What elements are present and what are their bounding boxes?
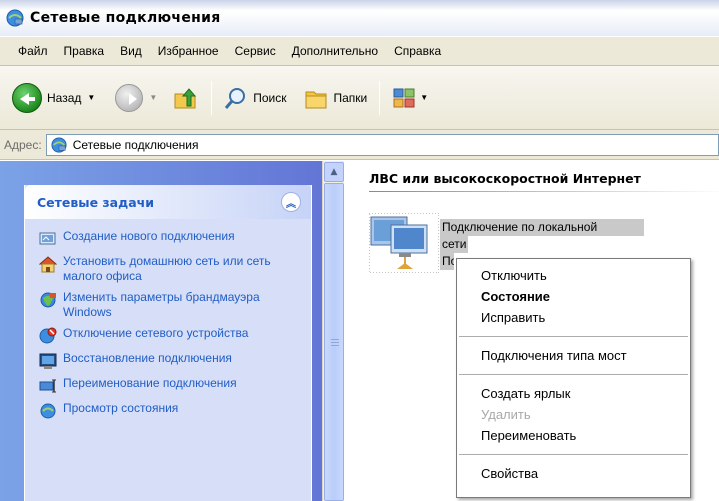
task-label: Восстановление подключения <box>63 351 232 365</box>
menu-item-properties[interactable]: Свойства <box>457 463 690 484</box>
menu-item-disable[interactable]: Отключить <box>457 265 690 286</box>
lan-connection-icon[interactable] <box>369 213 439 273</box>
search-button[interactable]: Поиск <box>220 78 290 118</box>
task-disable-device[interactable]: Отключение сетевого устройства <box>39 326 303 345</box>
window-title: Сетевые подключения <box>30 10 221 26</box>
menu-separator <box>459 374 688 375</box>
scroll-up-icon[interactable]: ▲ <box>324 162 344 182</box>
connection-name[interactable]: Подключение по локальной <box>440 219 644 236</box>
task-firewall[interactable]: Изменить параметры брандмауэра Windows <box>39 290 303 320</box>
menu-tools[interactable]: Сервис <box>227 40 284 62</box>
network-connections-icon <box>6 9 24 27</box>
menu-bar: Файл Правка Вид Избранное Сервис Дополни… <box>0 36 719 66</box>
network-tasks-box: Сетевые задачи ︽ Создание нового подключ… <box>24 185 312 501</box>
rename-icon <box>39 379 56 393</box>
menu-separator <box>459 454 688 455</box>
menu-separator <box>459 336 688 337</box>
group-header: ЛВС или высокоскоростной Интернет <box>369 171 641 186</box>
task-new-connection[interactable]: Создание нового подключения <box>39 229 303 248</box>
connection-name-line2[interactable]: сети <box>440 236 469 253</box>
task-label: Изменить параметры брандмауэра Windows <box>63 290 260 319</box>
menu-item-rename[interactable]: Переименовать <box>457 425 690 446</box>
search-button-label: Поиск <box>253 90 287 105</box>
task-view-status[interactable]: Просмотр состояния <box>39 401 303 420</box>
repair-icon <box>39 353 57 369</box>
forward-button[interactable]: ▼ <box>111 78 161 118</box>
title-bar[interactable]: Сетевые подключения <box>0 0 719 36</box>
vertical-scrollbar[interactable]: ▲ <box>322 161 344 501</box>
task-label: Отключение сетевого устройства <box>63 326 249 340</box>
address-value: Сетевые подключения <box>72 137 199 152</box>
menu-favorites[interactable]: Избранное <box>150 40 227 62</box>
folders-button-label: Папки <box>333 90 368 105</box>
toolbar-separator <box>211 80 213 115</box>
scroll-grip <box>331 339 339 346</box>
group-divider <box>369 191 719 192</box>
forward-dropdown-icon[interactable]: ▼ <box>149 93 157 102</box>
folders-button[interactable]: Папки <box>299 78 372 118</box>
status-icon <box>40 403 56 419</box>
network-tasks-header[interactable]: Сетевые задачи ︽ <box>25 185 311 219</box>
menu-view[interactable]: Вид <box>112 40 150 62</box>
back-button[interactable]: Назад ▼ <box>8 78 99 118</box>
context-menu: Отключить Состояние Исправить Подключени… <box>456 258 691 498</box>
task-repair[interactable]: Восстановление подключения <box>39 351 303 370</box>
network-tasks-title: Сетевые задачи <box>37 194 154 210</box>
up-button[interactable] <box>167 78 203 118</box>
menu-item-status[interactable]: Состояние <box>457 286 690 307</box>
menu-item-repair[interactable]: Исправить <box>457 307 690 328</box>
new-connection-icon <box>39 232 56 245</box>
task-pane: Сетевые задачи ︽ Создание нового подключ… <box>0 161 322 501</box>
menu-item-bridge[interactable]: Подключения типа мост <box>457 345 690 366</box>
address-field[interactable]: Сетевые подключения <box>45 133 719 156</box>
disable-device-icon <box>39 327 57 344</box>
network-connections-icon <box>51 136 67 153</box>
back-arrow-icon <box>12 82 42 113</box>
views-icon <box>393 88 415 107</box>
home-network-icon <box>39 256 57 273</box>
task-label: Переименование подключения <box>63 376 237 390</box>
address-label: Адрес: <box>4 137 42 152</box>
task-label: Установить домашнюю сеть или сеть малого… <box>63 254 271 283</box>
views-button[interactable]: ▼ <box>388 78 432 118</box>
toolbar: Назад ▼ ▼ Поиск Папки ▼ <box>0 66 719 130</box>
scroll-thumb[interactable] <box>324 183 344 501</box>
menu-help[interactable]: Справка <box>386 40 449 62</box>
address-bar: Адрес: Сетевые подключения <box>0 130 719 160</box>
task-label: Создание нового подключения <box>63 229 235 243</box>
task-rename[interactable]: Переименование подключения <box>39 376 303 395</box>
menu-edit[interactable]: Правка <box>56 40 113 62</box>
task-label: Просмотр состояния <box>63 401 179 415</box>
back-dropdown-icon[interactable]: ▼ <box>87 93 95 102</box>
folder-up-icon <box>174 87 197 108</box>
views-dropdown-icon[interactable]: ▼ <box>420 93 428 102</box>
firewall-icon <box>40 292 56 308</box>
collapse-chevron-icon[interactable]: ︽ <box>281 192 301 212</box>
toolbar-separator-2 <box>379 80 381 115</box>
menu-item-delete: Удалить <box>481 407 531 422</box>
menu-item-create-shortcut[interactable]: Создать ярлык <box>457 383 690 404</box>
task-list: Создание нового подключения Установить д… <box>25 219 311 420</box>
forward-arrow-icon <box>115 83 144 112</box>
menu-advanced[interactable]: Дополнительно <box>284 40 386 62</box>
menu-file[interactable]: Файл <box>10 40 56 62</box>
connection-status-partial: По <box>440 253 454 270</box>
back-button-label: Назад <box>47 90 82 105</box>
folders-icon <box>305 91 326 108</box>
search-icon <box>225 87 246 109</box>
task-home-network[interactable]: Установить домашнюю сеть или сеть малого… <box>39 254 303 284</box>
